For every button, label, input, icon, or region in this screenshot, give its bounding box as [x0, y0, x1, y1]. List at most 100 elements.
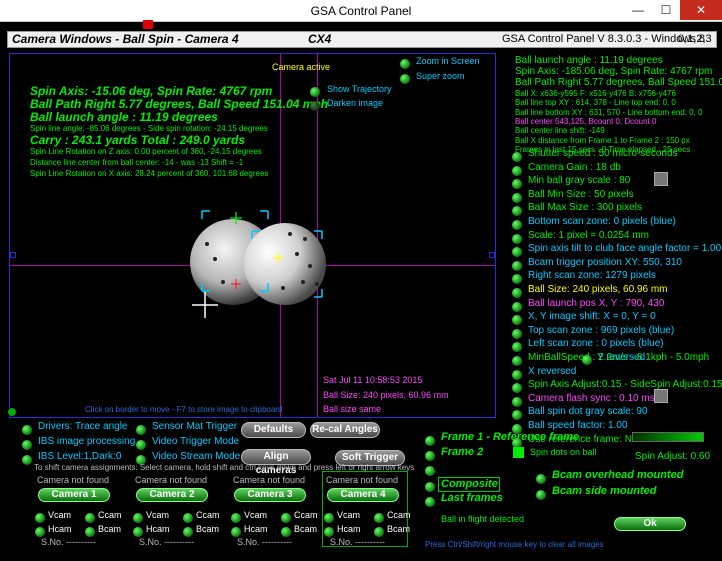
led-icon — [85, 513, 95, 523]
bcam-label: Bcam — [98, 524, 122, 534]
ok-button[interactable]: Ok — [614, 517, 686, 531]
led-icon — [512, 315, 522, 326]
hcam-label: Hcam — [146, 524, 170, 534]
setting-label: X, Y image shift: X = 0, Y = 0 — [528, 311, 656, 323]
camera-1-button[interactable]: Camera 1 — [38, 488, 110, 502]
last-frames-option[interactable] — [425, 494, 435, 512]
gray-scale-swatch[interactable] — [654, 172, 668, 186]
left-border-handle[interactable] — [10, 252, 16, 258]
led-icon — [310, 87, 320, 97]
camera-indexes: 0,1,2,3 — [678, 33, 712, 45]
led-icon — [183, 513, 193, 523]
led-icon — [512, 410, 522, 421]
led-icon — [133, 527, 143, 537]
readout-line: Ball Path Right 5.77 degrees, Ball Speed… — [515, 77, 722, 88]
ball-size-same: Ball size same — [323, 404, 382, 414]
vcam-label: Vcam — [146, 510, 170, 520]
minimize-button[interactable]: — — [624, 0, 652, 20]
camera-4-button[interactable]: Camera 4 — [327, 488, 399, 502]
bcam-label: Bcam — [196, 524, 220, 534]
bcam-overhead-label: Bcam overhead mounted — [552, 469, 684, 481]
spin-dots-checkbox[interactable] — [513, 447, 524, 458]
ball-size-readout: Ball Size: 240 pixels, 60.96 mm — [323, 390, 449, 400]
hcam-label: Hcam — [244, 524, 268, 534]
camera-serial: S.No. ---------- — [237, 537, 292, 547]
video-stream-label: Video Stream Mode — [152, 451, 241, 462]
led-icon — [512, 233, 522, 244]
right-border-handle[interactable] — [489, 252, 495, 258]
led-icon — [310, 101, 320, 111]
camera-view[interactable]: Camera active Spin Axis: -15.06 deg, Spi… — [9, 53, 496, 418]
frame2-label: Frame 2 — [441, 446, 484, 458]
super-zoom-label: Super zoom — [416, 71, 465, 81]
led-icon — [35, 513, 45, 523]
led-icon — [281, 527, 291, 537]
setting-label: Scale: 1 pixel = 0.0254 mm — [528, 229, 649, 241]
setting-label: Ball spin dot gray scale: 90 — [528, 406, 648, 418]
camera-status: Camera not found — [233, 475, 306, 485]
maximize-button[interactable]: ☐ — [652, 0, 680, 20]
red-marker — [143, 20, 153, 29]
led-icon — [425, 451, 435, 461]
led-icon — [512, 247, 522, 258]
led-icon — [512, 152, 522, 162]
setting-label: Bcam trigger position XY: 550, 310 — [528, 256, 682, 268]
spin-adjust-slider[interactable] — [632, 432, 704, 442]
led-icon — [35, 527, 45, 537]
rotation-z-readout: Spin Line Rotation on Z axis: 0.00 perce… — [30, 147, 262, 156]
ibs-level-option[interactable] — [22, 452, 32, 470]
setting-label: Spin Axis Adjust:0.15 - SideSpin Adjust:… — [528, 379, 722, 391]
spin-line-angle: Spin line angle: -85.06 degrees - Side s… — [30, 124, 268, 133]
led-icon — [85, 527, 95, 537]
rotation-x-readout: Spin Line Rotation on X axis: 28.24 perc… — [30, 169, 269, 178]
super-zoom-option[interactable] — [400, 71, 410, 89]
setting-label: Camera flash sync : 0.10 ms — [528, 392, 655, 404]
defaults-button[interactable]: Defaults — [241, 422, 306, 438]
bcam-label: Bcam — [294, 524, 318, 534]
led-icon — [512, 192, 522, 203]
led-icon — [133, 513, 143, 523]
y-reversed-option[interactable] — [582, 352, 592, 370]
camera-2-button[interactable]: Camera 2 — [136, 488, 208, 502]
spin-dot-gray-swatch[interactable] — [654, 389, 668, 403]
recal-angles-button[interactable]: Re-cal Angles — [310, 422, 380, 438]
led-icon — [374, 513, 384, 523]
camera-status: Camera not found — [37, 475, 110, 485]
camera-serial: S.No. ---------- — [139, 537, 194, 547]
window-title: GSA Control Panel — [310, 4, 412, 18]
led-icon — [512, 383, 522, 394]
led-icon — [512, 220, 522, 230]
led-icon — [536, 474, 546, 484]
darken-image-option[interactable] — [310, 98, 320, 116]
camera-status: Camera active — [272, 62, 331, 72]
composite-label[interactable]: Composite — [438, 477, 500, 492]
hcam-label: Hcam — [337, 524, 361, 534]
setting-label: Shutter speed : 50 micro-seconds — [528, 148, 678, 159]
camera-serial: S.No. ---------- — [41, 537, 96, 547]
last-frames-label: Last frames — [441, 492, 503, 504]
led-icon — [324, 513, 334, 523]
led-icon — [512, 206, 522, 217]
distance-line-readout: Distance line center from ball center: -… — [30, 158, 244, 167]
vcam-label: Vcam — [48, 510, 72, 520]
setting-label: Ball Size: 240 pixels, 60.96 mm — [528, 284, 668, 295]
camera-serial: S.No. ---------- — [330, 537, 385, 547]
led-icon — [512, 369, 522, 380]
clear-hint: Press Ctrl/Shift/right mouse key to clea… — [425, 540, 604, 549]
drivers-label: Drivers: Trace angle — [38, 421, 128, 432]
led-icon — [400, 74, 410, 84]
show-trajectory-label: Show Trajectory — [327, 84, 392, 94]
camera-status: Camera not found — [326, 475, 399, 485]
led-icon — [582, 355, 592, 365]
led-icon — [231, 527, 241, 537]
led-icon — [22, 455, 32, 465]
camera-3-button[interactable]: Camera 3 — [234, 488, 306, 502]
frame1-label: Frame 1 - Reference frame — [441, 431, 580, 443]
bcam-side-option[interactable] — [536, 487, 546, 505]
close-button[interactable]: ✕ — [680, 0, 722, 20]
readout-line: Ball launch angle : 11.19 degrees — [515, 55, 663, 66]
hcam-label: Hcam — [48, 524, 72, 534]
bcam-label: Bcam — [387, 524, 411, 534]
led-icon — [512, 260, 522, 271]
led-icon — [536, 490, 546, 500]
